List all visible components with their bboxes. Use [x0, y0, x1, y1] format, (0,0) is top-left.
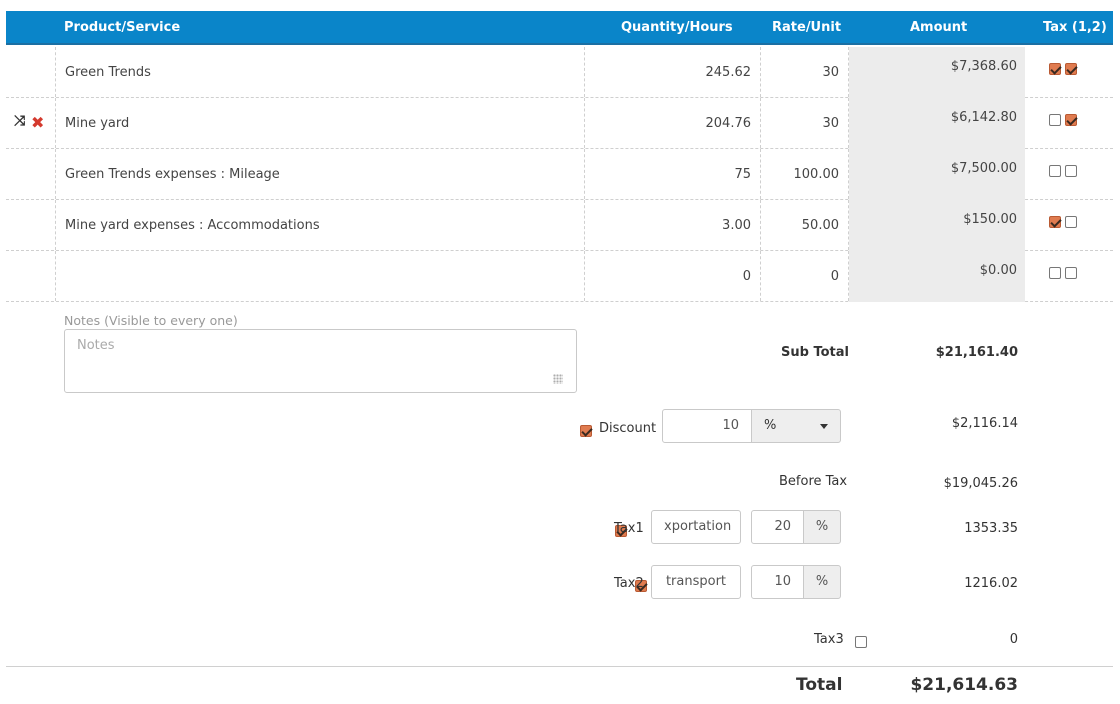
total-value: $21,614.63 — [910, 675, 1018, 695]
tax2-row-checkbox[interactable] — [1065, 62, 1077, 75]
table-row: ⤨ ✖ Mine yard 204.76 30 $6,142.80 — [6, 98, 1113, 149]
tax2-rate-input[interactable]: 10 — [751, 565, 804, 599]
cell-divider — [55, 251, 56, 301]
discount-unit-select[interactable]: % — [751, 409, 841, 443]
discount-checkbox[interactable] — [580, 424, 592, 437]
delete-icon[interactable]: ✖ — [31, 113, 44, 132]
tax1-row-checkbox[interactable] — [1049, 266, 1061, 279]
rate-cell[interactable]: 100.00 — [760, 149, 840, 200]
tax-checkboxes — [1049, 214, 1081, 229]
cell-divider — [55, 98, 56, 148]
rate-cell[interactable]: 30 — [760, 47, 839, 98]
tax1-row-checkbox[interactable] — [1049, 164, 1061, 177]
header-rate: Rate/Unit — [772, 20, 842, 35]
tax2-name-input[interactable]: transport — [651, 565, 741, 599]
table-row: Mine yard expenses : Accommodations 3.00 5… — [6, 200, 1113, 251]
tax3-value: 0 — [1009, 632, 1018, 647]
resize-grip-icon[interactable] — [553, 374, 563, 384]
tax1-name-input[interactable]: xportation — [651, 510, 741, 544]
notes-input[interactable] — [64, 329, 577, 393]
table-row: Green Trends expenses : Mileage 75 100.00 $… — [6, 149, 1113, 200]
discount-label: Discount — [599, 421, 657, 436]
tax2-row-checkbox[interactable] — [1065, 164, 1077, 177]
before-tax-label: Before Tax — [779, 474, 848, 489]
tax1-row-checkbox[interactable] — [1049, 62, 1061, 75]
tax1-value: 1353.35 — [964, 521, 1018, 536]
cell-divider — [55, 200, 56, 250]
tax-checkboxes — [1049, 163, 1081, 178]
tax2-row-checkbox[interactable] — [1065, 266, 1077, 279]
subtotal-label: Sub Total — [781, 345, 849, 360]
tax2-label: Tax2 — [614, 576, 644, 591]
product-cell[interactable]: Green Trends — [65, 47, 575, 98]
tax1-rate-input[interactable]: 20 — [751, 510, 804, 544]
rate-cell[interactable]: 30 — [760, 98, 839, 149]
tax2-value: 1216.02 — [964, 576, 1018, 591]
tax2-unit: % — [803, 565, 841, 599]
tax3-checkbox[interactable] — [855, 635, 868, 648]
header-amount: Amount — [910, 20, 968, 35]
table-header: Product/Service Quantity/Hours Rate/Unit… — [6, 11, 1113, 45]
quantity-cell[interactable]: 3.00 — [584, 200, 751, 251]
amount-cell: $7,500.00 — [950, 161, 1017, 176]
tax1-row-checkbox[interactable] — [1049, 215, 1061, 228]
cell-divider — [55, 149, 56, 199]
tax-checkboxes — [1049, 265, 1081, 280]
table-row: 0 0 $0.00 — [6, 251, 1113, 302]
total-label: Total — [796, 675, 843, 695]
quantity-cell[interactable]: 0 — [584, 251, 751, 302]
tax2-row-checkbox[interactable] — [1065, 215, 1077, 228]
product-cell[interactable] — [65, 251, 575, 302]
discount-input[interactable]: 10 — [662, 409, 752, 443]
before-tax-value: $19,045.26 — [943, 476, 1018, 491]
notes-label: Notes (Visible to every one) — [64, 313, 238, 328]
header-quantity: Quantity/Hours — [621, 20, 733, 35]
tax1-label: Tax1 — [614, 521, 644, 536]
subtotal-value: $21,161.40 — [935, 345, 1018, 360]
chevron-down-icon — [820, 424, 828, 429]
table-row: Green Trends 245.62 30 $7,368.60 — [6, 47, 1113, 98]
tax1-unit: % — [803, 510, 841, 544]
product-cell[interactable]: Mine yard — [65, 98, 575, 149]
tax-checkboxes — [1049, 61, 1081, 76]
header-product: Product/Service — [64, 20, 181, 35]
rate-cell[interactable]: 50.00 — [760, 200, 839, 251]
amount-cell: $150.00 — [963, 212, 1017, 227]
quantity-cell[interactable]: 75 — [584, 149, 751, 200]
cell-divider — [55, 47, 56, 97]
quantity-cell[interactable]: 245.62 — [584, 47, 752, 98]
product-cell[interactable]: Mine yard expenses : Accommodations — [65, 200, 575, 251]
quantity-cell[interactable]: 204.76 — [584, 98, 752, 149]
amount-cell: $0.00 — [979, 263, 1017, 278]
tax-checkboxes — [1049, 112, 1081, 127]
discount-value: $2,116.14 — [951, 416, 1018, 431]
rate-cell[interactable]: 0 — [760, 251, 839, 302]
tax2-row-checkbox[interactable] — [1065, 113, 1077, 126]
tax3-label: Tax3 — [814, 632, 844, 647]
discount-unit: % — [764, 418, 777, 433]
shuffle-icon[interactable]: ⤨ — [14, 113, 25, 129]
amount-cell: $6,142.80 — [950, 110, 1017, 125]
amount-cell: $7,368.60 — [950, 59, 1017, 74]
divider — [6, 666, 1113, 667]
header-tax: Tax (1,2) — [1043, 20, 1107, 35]
product-cell[interactable]: Green Trends expenses : Mileage — [65, 149, 575, 200]
tax1-row-checkbox[interactable] — [1049, 113, 1061, 126]
